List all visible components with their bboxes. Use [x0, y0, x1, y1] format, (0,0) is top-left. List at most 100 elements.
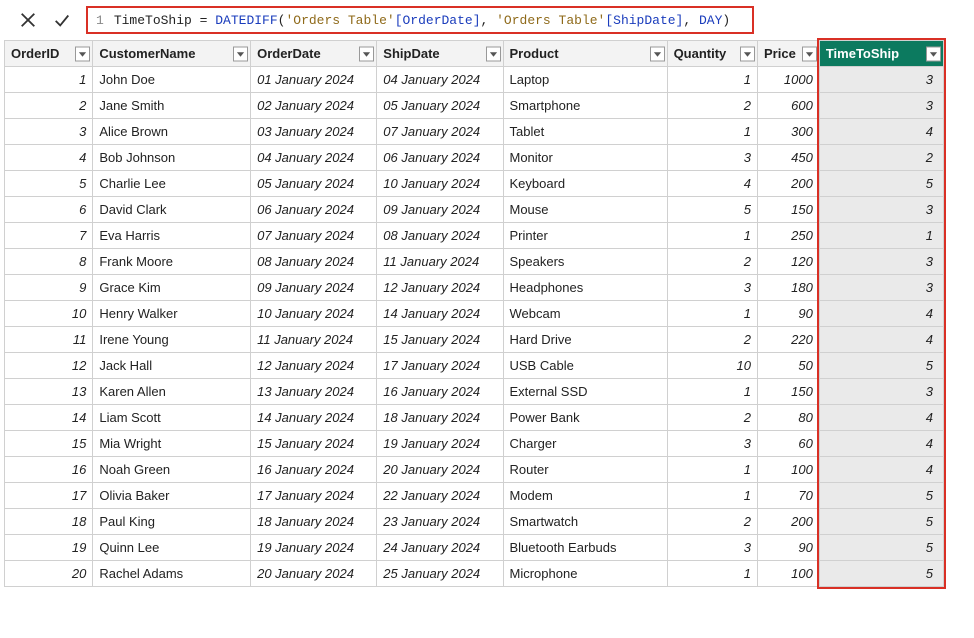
- cell-shipdate[interactable]: 06 January 2024: [377, 145, 503, 171]
- cell-orderdate[interactable]: 01 January 2024: [251, 67, 377, 93]
- cell-product[interactable]: Mouse: [503, 197, 667, 223]
- cell-shipdate[interactable]: 04 January 2024: [377, 67, 503, 93]
- col-header-product[interactable]: Product: [503, 41, 667, 67]
- cell-orderdate[interactable]: 03 January 2024: [251, 119, 377, 145]
- cell-orderdate[interactable]: 02 January 2024: [251, 93, 377, 119]
- cell-timetoship[interactable]: 3: [819, 67, 943, 93]
- cell-shipdate[interactable]: 11 January 2024: [377, 249, 503, 275]
- cell-price[interactable]: 200: [758, 509, 820, 535]
- cell-shipdate[interactable]: 05 January 2024: [377, 93, 503, 119]
- cell-quantity[interactable]: 2: [667, 93, 757, 119]
- table-row[interactable]: 10Henry Walker10 January 202414 January …: [5, 301, 944, 327]
- cell-quantity[interactable]: 3: [667, 275, 757, 301]
- cell-quantity[interactable]: 1: [667, 67, 757, 93]
- cell-price[interactable]: 90: [758, 535, 820, 561]
- cell-customer[interactable]: Bob Johnson: [93, 145, 251, 171]
- table-row[interactable]: 3Alice Brown03 January 202407 January 20…: [5, 119, 944, 145]
- table-row[interactable]: 20Rachel Adams20 January 202425 January …: [5, 561, 944, 587]
- cell-shipdate[interactable]: 24 January 2024: [377, 535, 503, 561]
- cell-orderdate[interactable]: 13 January 2024: [251, 379, 377, 405]
- cell-price[interactable]: 100: [758, 561, 820, 587]
- cell-price[interactable]: 600: [758, 93, 820, 119]
- cell-customer[interactable]: Paul King: [93, 509, 251, 535]
- cell-orderid[interactable]: 5: [5, 171, 93, 197]
- cell-price[interactable]: 300: [758, 119, 820, 145]
- cell-quantity[interactable]: 1: [667, 457, 757, 483]
- cell-timetoship[interactable]: 3: [819, 379, 943, 405]
- cell-quantity[interactable]: 4: [667, 171, 757, 197]
- table-row[interactable]: 4Bob Johnson04 January 202406 January 20…: [5, 145, 944, 171]
- cell-orderid[interactable]: 13: [5, 379, 93, 405]
- cell-shipdate[interactable]: 20 January 2024: [377, 457, 503, 483]
- cell-product[interactable]: Headphones: [503, 275, 667, 301]
- cell-price[interactable]: 80: [758, 405, 820, 431]
- cell-product[interactable]: Power Bank: [503, 405, 667, 431]
- cell-timetoship[interactable]: 5: [819, 509, 943, 535]
- cancel-formula-button[interactable]: [18, 10, 38, 30]
- cell-orderdate[interactable]: 10 January 2024: [251, 301, 377, 327]
- cell-quantity[interactable]: 2: [667, 249, 757, 275]
- table-row[interactable]: 1John Doe01 January 202404 January 2024L…: [5, 67, 944, 93]
- table-row[interactable]: 5Charlie Lee05 January 202410 January 20…: [5, 171, 944, 197]
- cell-price[interactable]: 120: [758, 249, 820, 275]
- cell-quantity[interactable]: 1: [667, 119, 757, 145]
- cell-timetoship[interactable]: 4: [819, 405, 943, 431]
- cell-quantity[interactable]: 2: [667, 327, 757, 353]
- cell-customer[interactable]: Grace Kim: [93, 275, 251, 301]
- cell-customer[interactable]: Henry Walker: [93, 301, 251, 327]
- cell-timetoship[interactable]: 3: [819, 275, 943, 301]
- cell-product[interactable]: USB Cable: [503, 353, 667, 379]
- cell-customer[interactable]: Liam Scott: [93, 405, 251, 431]
- cell-shipdate[interactable]: 15 January 2024: [377, 327, 503, 353]
- cell-timetoship[interactable]: 4: [819, 327, 943, 353]
- table-row[interactable]: 18Paul King18 January 202423 January 202…: [5, 509, 944, 535]
- cell-orderdate[interactable]: 08 January 2024: [251, 249, 377, 275]
- cell-product[interactable]: Keyboard: [503, 171, 667, 197]
- cell-quantity[interactable]: 1: [667, 483, 757, 509]
- cell-quantity[interactable]: 2: [667, 405, 757, 431]
- col-header-orderid[interactable]: OrderID: [5, 41, 93, 67]
- cell-timetoship[interactable]: 5: [819, 483, 943, 509]
- cell-timetoship[interactable]: 2: [819, 145, 943, 171]
- cell-price[interactable]: 180: [758, 275, 820, 301]
- cell-orderid[interactable]: 16: [5, 457, 93, 483]
- cell-customer[interactable]: Rachel Adams: [93, 561, 251, 587]
- cell-orderid[interactable]: 14: [5, 405, 93, 431]
- cell-timetoship[interactable]: 3: [819, 197, 943, 223]
- filter-dropdown-icon[interactable]: [740, 46, 755, 61]
- cell-orderid[interactable]: 9: [5, 275, 93, 301]
- cell-product[interactable]: Speakers: [503, 249, 667, 275]
- cell-product[interactable]: Smartphone: [503, 93, 667, 119]
- cell-orderdate[interactable]: 06 January 2024: [251, 197, 377, 223]
- cell-quantity[interactable]: 3: [667, 535, 757, 561]
- cell-customer[interactable]: Alice Brown: [93, 119, 251, 145]
- filter-dropdown-icon[interactable]: [486, 46, 501, 61]
- cell-customer[interactable]: Frank Moore: [93, 249, 251, 275]
- cell-product[interactable]: Hard Drive: [503, 327, 667, 353]
- cell-price[interactable]: 90: [758, 301, 820, 327]
- cell-timetoship[interactable]: 5: [819, 535, 943, 561]
- col-header-orderdate[interactable]: OrderDate: [251, 41, 377, 67]
- cell-orderid[interactable]: 17: [5, 483, 93, 509]
- cell-product[interactable]: Tablet: [503, 119, 667, 145]
- cell-orderid[interactable]: 2: [5, 93, 93, 119]
- cell-customer[interactable]: Charlie Lee: [93, 171, 251, 197]
- cell-timetoship[interactable]: 4: [819, 119, 943, 145]
- cell-shipdate[interactable]: 09 January 2024: [377, 197, 503, 223]
- cell-orderdate[interactable]: 18 January 2024: [251, 509, 377, 535]
- table-row[interactable]: 6David Clark06 January 202409 January 20…: [5, 197, 944, 223]
- cell-timetoship[interactable]: 5: [819, 561, 943, 587]
- cell-orderid[interactable]: 8: [5, 249, 93, 275]
- table-row[interactable]: 19Quinn Lee19 January 202424 January 202…: [5, 535, 944, 561]
- cell-customer[interactable]: Quinn Lee: [93, 535, 251, 561]
- cell-customer[interactable]: John Doe: [93, 67, 251, 93]
- cell-quantity[interactable]: 1: [667, 301, 757, 327]
- table-row[interactable]: 7Eva Harris07 January 202408 January 202…: [5, 223, 944, 249]
- cell-shipdate[interactable]: 25 January 2024: [377, 561, 503, 587]
- cell-orderdate[interactable]: 12 January 2024: [251, 353, 377, 379]
- cell-orderdate[interactable]: 15 January 2024: [251, 431, 377, 457]
- cell-customer[interactable]: Olivia Baker: [93, 483, 251, 509]
- cell-orderdate[interactable]: 14 January 2024: [251, 405, 377, 431]
- cell-quantity[interactable]: 3: [667, 431, 757, 457]
- cell-product[interactable]: Monitor: [503, 145, 667, 171]
